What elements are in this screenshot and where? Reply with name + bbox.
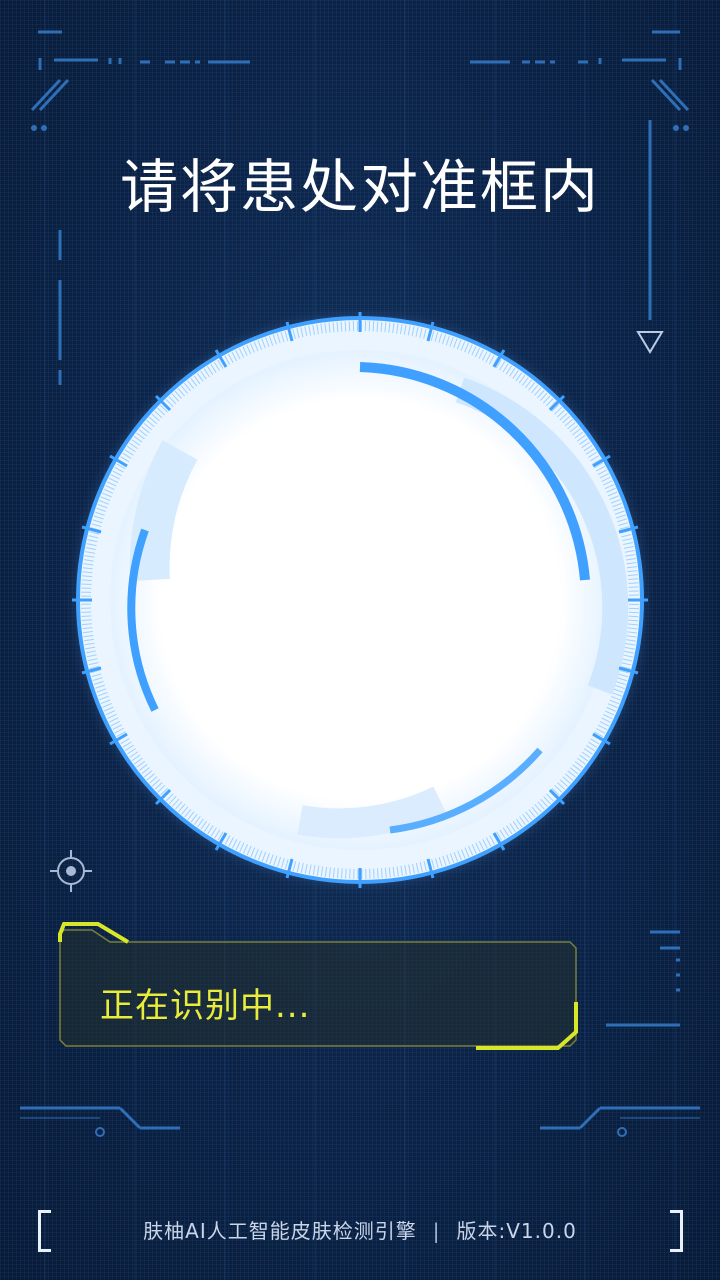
status-text: 正在识别中... [100, 986, 311, 1026]
scanner-ring [62, 310, 658, 898]
engine-label: 肤柚AI人工智能皮肤检测引擎 [143, 1219, 417, 1243]
version-label: 版本:V1.0.0 [456, 1219, 577, 1243]
footer-separator: | [432, 1219, 441, 1243]
page-title: 请将患处对准框内 [119, 153, 600, 221]
crosshair-icon [50, 850, 92, 892]
footer-info: 肤柚AI人工智能皮肤检测引擎 | 版本:V1.0.0 [0, 1215, 720, 1244]
